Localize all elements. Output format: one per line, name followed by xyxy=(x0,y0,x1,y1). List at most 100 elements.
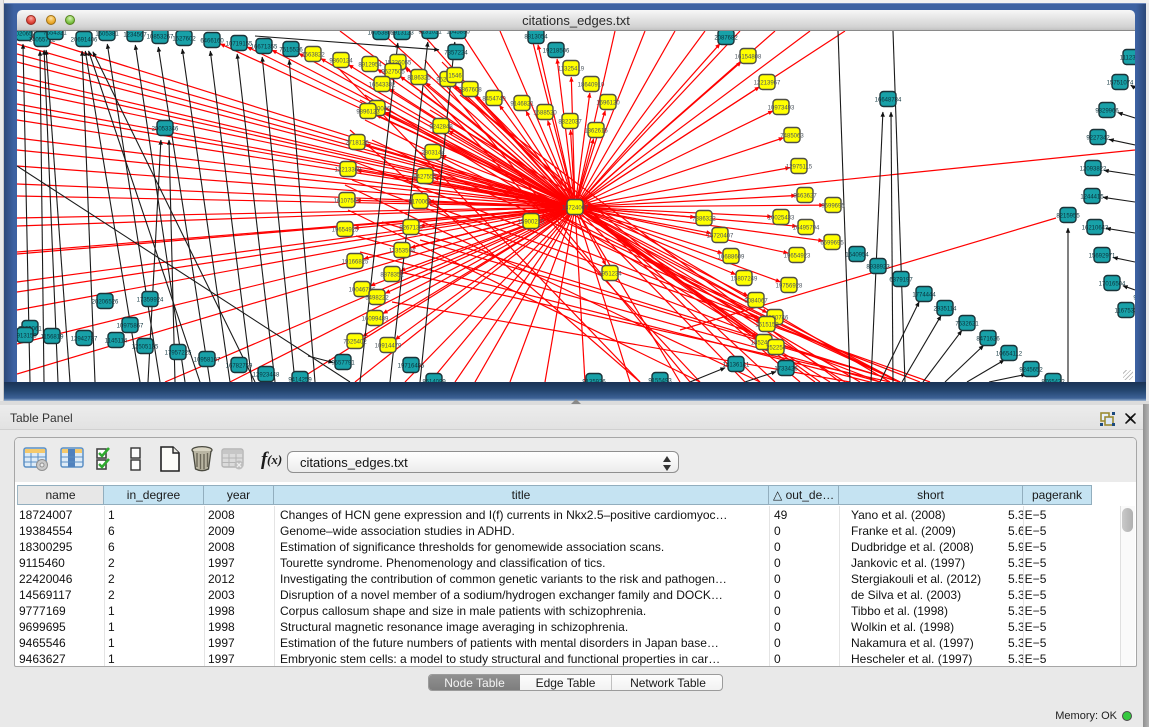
svg-text:15807249: 15807249 xyxy=(731,277,758,283)
svg-text:20053346: 20053346 xyxy=(152,127,179,133)
svg-text:9131021: 9131021 xyxy=(418,31,442,36)
svg-text:8471626: 8471626 xyxy=(976,337,1000,343)
svg-text:1045890: 1045890 xyxy=(446,31,470,36)
svg-text:7663822: 7663822 xyxy=(301,53,325,59)
svg-text:7625402: 7625402 xyxy=(343,340,367,346)
svg-text:7654321: 7654321 xyxy=(43,31,67,37)
svg-text:10853267: 10853267 xyxy=(147,35,174,41)
svg-text:9329966: 9329966 xyxy=(1095,109,1119,115)
svg-text:12923448: 12923448 xyxy=(253,373,280,379)
svg-text:10025433: 10025433 xyxy=(768,216,795,222)
svg-text:8938923: 8938923 xyxy=(866,265,890,271)
svg-text:1696120: 1696120 xyxy=(596,101,620,107)
svg-text:8322037: 8322037 xyxy=(558,120,582,126)
svg-text:9414259: 9414259 xyxy=(288,378,312,383)
svg-text:9699695: 9699695 xyxy=(821,204,845,210)
svg-text:19218506: 19218506 xyxy=(543,49,570,55)
svg-text:7515526: 7515526 xyxy=(279,48,303,54)
svg-text:1362615: 1362615 xyxy=(584,129,608,135)
svg-text:8215955: 8215955 xyxy=(1056,214,1080,220)
svg-text:9657791: 9657791 xyxy=(331,361,355,367)
svg-text:10973493: 10973493 xyxy=(768,106,795,112)
svg-text:15720407: 15720407 xyxy=(707,234,734,240)
svg-text:12213967: 12213967 xyxy=(754,81,781,87)
svg-text:9245652: 9245652 xyxy=(1019,368,1043,374)
svg-text:2867608: 2867608 xyxy=(458,88,482,94)
svg-text:8878352: 8878352 xyxy=(380,273,404,279)
svg-text:2718126: 2718126 xyxy=(345,141,369,147)
svg-text:16543382: 16543382 xyxy=(369,83,396,89)
svg-text:2087682: 2087682 xyxy=(714,36,738,42)
svg-text:8765432: 8765432 xyxy=(1041,380,1065,383)
svg-text:16107552: 16107552 xyxy=(334,199,361,205)
svg-text:15751074: 15751074 xyxy=(1107,81,1134,87)
svg-text:16495794: 16495794 xyxy=(793,226,820,232)
svg-text:(x): (x) xyxy=(267,452,282,467)
svg-text:11325419: 11325419 xyxy=(558,67,585,73)
svg-text:19716485: 19716485 xyxy=(398,364,425,370)
svg-text:5498222: 5498222 xyxy=(365,296,389,302)
svg-text:7386322: 7386322 xyxy=(692,217,716,223)
svg-text:9155493: 9155493 xyxy=(648,379,672,383)
svg-text:1145114: 1145114 xyxy=(105,339,128,345)
svg-text:1244415: 1244415 xyxy=(1080,195,1104,201)
svg-text:1234567: 1234567 xyxy=(123,33,147,39)
svg-text:16782759: 16782759 xyxy=(226,364,253,370)
svg-text:8813054: 8813054 xyxy=(524,35,548,41)
svg-text:1167533: 1167533 xyxy=(1115,309,1135,315)
svg-text:10914479: 10914479 xyxy=(375,344,402,350)
svg-text:9135926: 9135926 xyxy=(582,380,606,383)
svg-text:9146821: 9146821 xyxy=(510,102,534,108)
svg-text:2935114: 2935114 xyxy=(934,307,958,313)
svg-text:20691406: 20691406 xyxy=(71,38,98,44)
svg-text:2803144: 2803144 xyxy=(421,151,445,157)
svg-text:1615152: 1615152 xyxy=(755,323,779,329)
svg-text:14136141: 14136141 xyxy=(723,363,750,369)
svg-text:8454749: 8454749 xyxy=(482,97,506,103)
svg-text:16648784: 16648784 xyxy=(875,98,902,104)
svg-text:9463627: 9463627 xyxy=(793,194,817,200)
svg-text:17359924: 17359924 xyxy=(137,298,164,304)
svg-text:1913123: 1913123 xyxy=(390,31,414,37)
svg-text:15900215: 15900215 xyxy=(518,220,545,226)
svg-text:8514099: 8514099 xyxy=(422,380,446,383)
svg-text:10719155: 10719155 xyxy=(226,42,253,48)
svg-text:10688609: 10688609 xyxy=(718,255,745,261)
svg-text:1605381: 1605381 xyxy=(95,32,119,38)
svg-text:10958107: 10958107 xyxy=(194,358,221,364)
svg-text:20206526: 20206526 xyxy=(92,300,119,306)
svg-text:12942737: 12942737 xyxy=(71,337,98,343)
svg-text:17957225: 17957225 xyxy=(165,351,192,357)
svg-text:18724007: 18724007 xyxy=(562,206,589,212)
svg-text:7632621: 7632621 xyxy=(955,322,979,328)
svg-text:12093822: 12093822 xyxy=(1080,167,1107,173)
svg-text:10654112: 10654112 xyxy=(996,352,1023,358)
svg-text:9084067: 9084067 xyxy=(744,299,768,305)
svg-text:1951234: 1951234 xyxy=(598,272,622,278)
svg-text:16210643: 16210643 xyxy=(1082,226,1109,232)
svg-text:19166825: 19166825 xyxy=(342,260,369,266)
svg-text:19756928: 19756928 xyxy=(776,284,803,290)
svg-text:9527505: 9527505 xyxy=(381,70,405,76)
svg-text:7357224: 7357224 xyxy=(444,51,468,57)
svg-text:16671355: 16671355 xyxy=(251,45,278,51)
svg-text:12975115: 12975115 xyxy=(786,165,813,171)
svg-text:16154808: 16154808 xyxy=(735,55,762,61)
svg-text:19654925: 19654925 xyxy=(332,228,359,234)
svg-text:8427552: 8427552 xyxy=(413,175,437,181)
svg-text:11353594: 11353594 xyxy=(389,249,416,255)
svg-text:12213369: 12213369 xyxy=(335,168,362,174)
svg-text:18640910: 18640910 xyxy=(578,83,605,89)
svg-text:9242848: 9242848 xyxy=(429,125,453,131)
svg-text:1640954: 1640954 xyxy=(845,253,869,259)
svg-text:7485063: 7485063 xyxy=(780,134,804,140)
svg-text:1527602: 1527602 xyxy=(172,37,196,43)
svg-text:9415591: 9415591 xyxy=(1133,296,1135,302)
svg-text:17016504: 17016504 xyxy=(1099,282,1126,288)
svg-text:1733426: 1733426 xyxy=(774,367,798,373)
svg-text:9860124: 9860124 xyxy=(329,59,353,65)
svg-text:9896123: 9896123 xyxy=(356,110,380,116)
svg-text:252254: 252254 xyxy=(766,346,787,352)
svg-text:1588520: 1588520 xyxy=(533,111,557,117)
svg-text:8267130: 8267130 xyxy=(399,226,423,232)
